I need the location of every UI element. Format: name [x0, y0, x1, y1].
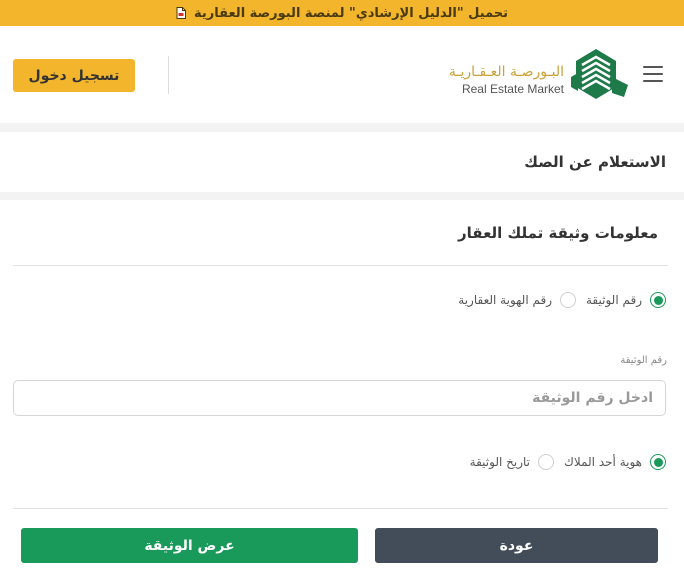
- logo-text-english: Real Estate Market: [461, 82, 564, 96]
- logo-text-arabic: البـورصـة العـقـاريـة: [448, 64, 564, 80]
- header-divider: [168, 56, 169, 94]
- radio-real-estate-id[interactable]: رقم الهوية العقارية: [458, 290, 576, 310]
- radio-owner-id[interactable]: هوية أحد الملاك: [564, 452, 666, 472]
- page-title-card: الاستعلام عن الصك: [0, 132, 684, 192]
- section-title: معلومات وثيقة تملك العقار: [458, 224, 658, 242]
- back-button[interactable]: عودة: [375, 528, 658, 563]
- radio-document-number-label: رقم الوثيقة: [586, 293, 642, 307]
- radio-document-number[interactable]: رقم الوثيقة: [586, 290, 666, 310]
- guide-download-link[interactable]: تحميل "الدليل الإرشادي" لمنصة البورصة ال…: [194, 6, 508, 21]
- page-title: الاستعلام عن الصك: [524, 153, 666, 171]
- view-document-button[interactable]: عرض الوثيقة: [21, 528, 358, 563]
- radio-document-date-label: تاريخ الوثيقة: [469, 455, 531, 469]
- search-type-radio-group: رقم الوثيقة رقم الهوية العقارية: [458, 290, 666, 310]
- form-footer-divider: [13, 508, 668, 509]
- radio-document-date[interactable]: تاريخ الوثيقة: [469, 452, 555, 472]
- pdf-icon: [176, 7, 186, 19]
- guide-download-banner[interactable]: تحميل "الدليل الإرشادي" لمنصة البورصة ال…: [0, 0, 684, 26]
- document-number-input[interactable]: [13, 380, 666, 416]
- radio-document-number-control[interactable]: [650, 292, 666, 308]
- section-divider: [13, 265, 668, 266]
- site-header: البـورصـة العـقـاريـة Real Estate Market…: [0, 26, 684, 123]
- verification-radio-group: هوية أحد الملاك تاريخ الوثيقة: [470, 452, 666, 472]
- hamburger-menu-icon[interactable]: [643, 66, 663, 82]
- radio-real-estate-id-control[interactable]: [560, 292, 576, 308]
- radio-document-date-control[interactable]: [538, 454, 555, 470]
- radio-real-estate-id-label: رقم الهوية العقارية: [458, 293, 552, 307]
- document-number-label: رقم الوثيقة: [620, 355, 667, 366]
- logo-mark-icon: [568, 47, 634, 103]
- radio-owner-id-control[interactable]: [650, 454, 666, 470]
- deed-inquiry-form: معلومات وثيقة تملك العقار رقم الوثيقة رق…: [0, 200, 684, 580]
- radio-owner-id-label: هوية أحد الملاك: [564, 455, 642, 469]
- login-button[interactable]: تسجيل دخول: [13, 59, 135, 92]
